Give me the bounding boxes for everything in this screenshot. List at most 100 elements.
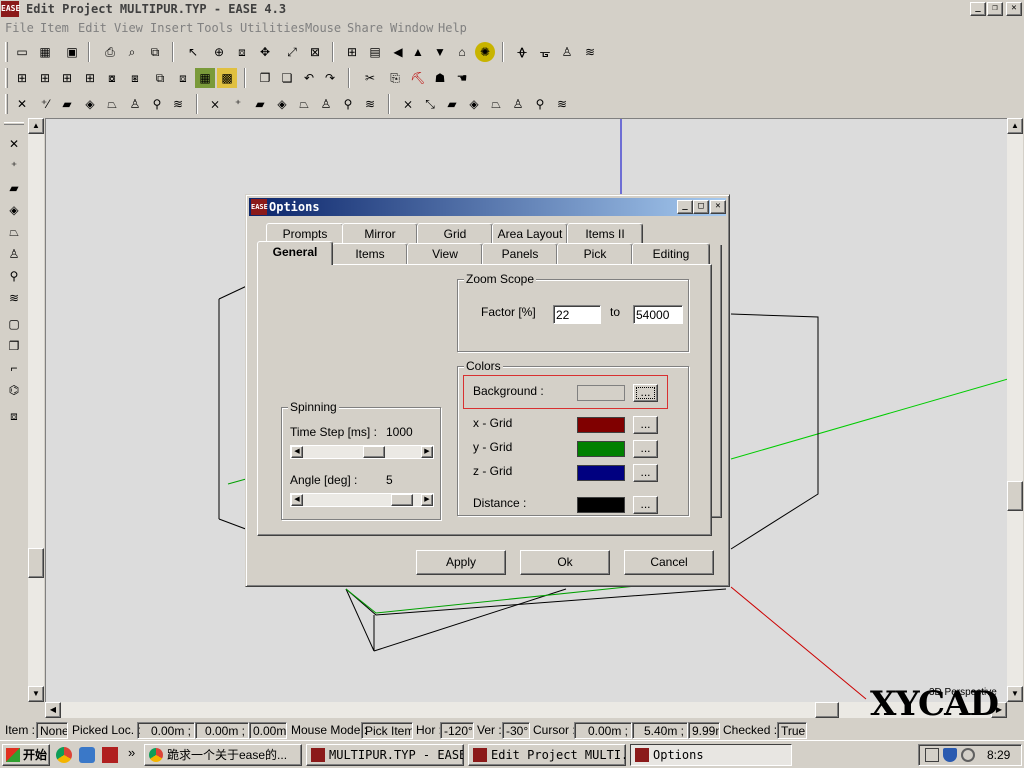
slider-right-icon[interactable]: ▶ (421, 494, 433, 506)
tab-view[interactable]: View (407, 243, 483, 265)
slider-thumb[interactable] (363, 446, 385, 458)
materials-icon[interactable]: ▦ (195, 68, 215, 88)
edit-vertex-icon[interactable]: ⁺ (228, 94, 248, 114)
page-icon[interactable]: ❐ (255, 68, 275, 88)
arrow-up-icon[interactable]: ▲ (408, 42, 428, 62)
edit-bulb-icon[interactable]: ⚲ (338, 94, 358, 114)
tab-panels[interactable]: Panels (482, 243, 558, 265)
toolbar-grip[interactable] (5, 68, 8, 88)
insert-bulb-icon[interactable]: ⚲ (4, 266, 24, 286)
slider-left-icon[interactable]: ◀ (291, 446, 303, 458)
toolbar-grip[interactable] (4, 122, 24, 125)
z-grid-color-button[interactable]: ... (633, 464, 658, 482)
toolbar-grip[interactable] (5, 42, 8, 62)
angle-slider[interactable]: ◀ ▶ (290, 493, 434, 507)
insert-delete-icon[interactable]: ✕ (4, 134, 24, 154)
wave-icon[interactable]: ≋ (580, 42, 600, 62)
time-step-slider[interactable]: ◀ ▶ (290, 445, 434, 459)
scroll-up-icon[interactable]: ▲ (1007, 118, 1023, 134)
render-icon[interactable]: ✺ (475, 42, 495, 62)
left-scrollbar[interactable]: ▲ ▼ (28, 118, 44, 702)
light-bulb-icon[interactable]: ♙ (557, 42, 577, 62)
vertex-icon[interactable]: ⁺⁄ (35, 94, 55, 114)
new-file-icon[interactable]: ▭ (12, 42, 32, 62)
insert-wall-icon[interactable]: ≋ (4, 288, 24, 308)
speaker-array-icon[interactable]: ᚗ (535, 42, 555, 62)
insert-vertex-icon[interactable]: ⁺ (4, 156, 24, 176)
redo-icon[interactable]: ↷ (320, 68, 340, 88)
apply-button[interactable]: Apply (416, 550, 506, 575)
task-edit-project[interactable]: Edit Project MULTI... (468, 744, 626, 766)
right-scrollbar[interactable]: ▲ ▼ (1007, 118, 1023, 702)
menu-view[interactable]: View (114, 21, 143, 35)
menu-insert[interactable]: Insert (150, 21, 193, 35)
edit-face-icon[interactable]: ▰ (250, 94, 270, 114)
speaker-pair-icon[interactable]: ᚖ (512, 42, 532, 62)
task-multipur[interactable]: MULTIPUR.TYP - EASE... (306, 744, 464, 766)
insert-room-icon[interactable]: ⧈ (4, 406, 24, 426)
tab-editing[interactable]: Editing (632, 243, 710, 265)
mark-listener-icon[interactable]: ♙ (508, 94, 528, 114)
dialog-maximize-button[interactable]: □ (693, 200, 709, 214)
slider-thumb[interactable] (391, 494, 413, 506)
home-icon[interactable]: ⌂ (452, 42, 472, 62)
mark-seat-icon[interactable]: ⏢ (486, 94, 506, 114)
scroll-thumb[interactable] (1007, 481, 1023, 511)
tab-grid[interactable]: Grid (417, 223, 493, 245)
restore-button[interactable]: ❐ (987, 2, 1003, 16)
bulb-icon[interactable]: ⚲ (147, 94, 167, 114)
people-icon[interactable]: ☗ (430, 68, 450, 88)
print-preview-icon[interactable]: ⌕ (122, 42, 142, 62)
edit-listener-icon[interactable]: ♙ (316, 94, 336, 114)
mark-face-icon[interactable]: ▰ (442, 94, 462, 114)
zoom-extents-icon[interactable]: ⤢ (282, 42, 302, 62)
start-button[interactable]: 开始 (2, 744, 50, 766)
insert-face-icon[interactable]: ▰ (4, 178, 24, 198)
mark-speaker-icon[interactable]: ◈ (464, 94, 484, 114)
select-arrow-icon[interactable]: ↖ (183, 42, 203, 62)
tab-items[interactable]: Items (332, 243, 408, 265)
keyboard-icon[interactable] (925, 748, 939, 762)
zoom-factor-from-input[interactable] (553, 305, 601, 324)
close-button[interactable]: ✕ (1006, 2, 1022, 16)
scroll-up-icon[interactable]: ▲ (28, 118, 44, 134)
wall-icon[interactable]: ≋ (168, 94, 188, 114)
view-front-icon[interactable]: ⧉ (150, 68, 170, 88)
scroll-left-icon[interactable]: ◀ (45, 702, 61, 718)
scroll-thumb[interactable] (28, 548, 44, 578)
menu-mouse[interactable]: Mouse (305, 21, 341, 35)
print-icon[interactable]: ⎙ (100, 42, 120, 62)
dialog-close-button[interactable]: ✕ (710, 200, 726, 214)
app-quicklaunch-icon[interactable] (102, 747, 118, 763)
scroll-down-icon[interactable]: ▼ (28, 686, 44, 702)
layout-4-icon[interactable]: ⊞ (80, 68, 100, 88)
seat-area-icon[interactable]: ⏢ (102, 94, 122, 114)
zoom-factor-to-input[interactable] (633, 305, 683, 324)
zoom-window-icon[interactable]: ⊠ (305, 42, 325, 62)
crosshair-icon[interactable]: ⊕ (209, 42, 229, 62)
quicklaunch-chevron-icon[interactable]: » (128, 745, 135, 760)
delete-icon[interactable]: ✕ (12, 94, 32, 114)
edit-speaker-icon[interactable]: ◈ (272, 94, 292, 114)
bottom-scrollbar[interactable]: ◀ ▶ (45, 702, 1007, 718)
distance-color-button[interactable]: ... (633, 496, 658, 514)
mark-wall-icon[interactable]: ≋ (552, 94, 572, 114)
dialog-title-bar[interactable]: EASE Options _ □ ✕ (249, 198, 726, 216)
save-icon[interactable]: ▣ (62, 42, 82, 62)
slider-right-icon[interactable]: ▶ (421, 446, 433, 458)
slider-left-icon[interactable]: ◀ (291, 494, 303, 506)
layout-3-icon[interactable]: ⊞ (57, 68, 77, 88)
menu-help[interactable]: Help (438, 21, 467, 35)
ok-button[interactable]: Ok (520, 550, 610, 575)
cancel-button[interactable]: Cancel (624, 550, 714, 575)
export-icon[interactable]: ⧉ (145, 42, 165, 62)
edit-seat-icon[interactable]: ⏢ (294, 94, 314, 114)
dialog-minimize-button[interactable]: _ (677, 200, 693, 214)
layout-2-icon[interactable]: ⊞ (35, 68, 55, 88)
tab-mirror[interactable]: Mirror (342, 223, 418, 245)
edit-wall-icon[interactable]: ≋ (360, 94, 380, 114)
shield-icon[interactable] (943, 748, 957, 762)
move-icon[interactable]: ✥ (255, 42, 275, 62)
page-edit-icon[interactable]: ❏ (277, 68, 297, 88)
menu-share[interactable]: Share (347, 21, 383, 35)
